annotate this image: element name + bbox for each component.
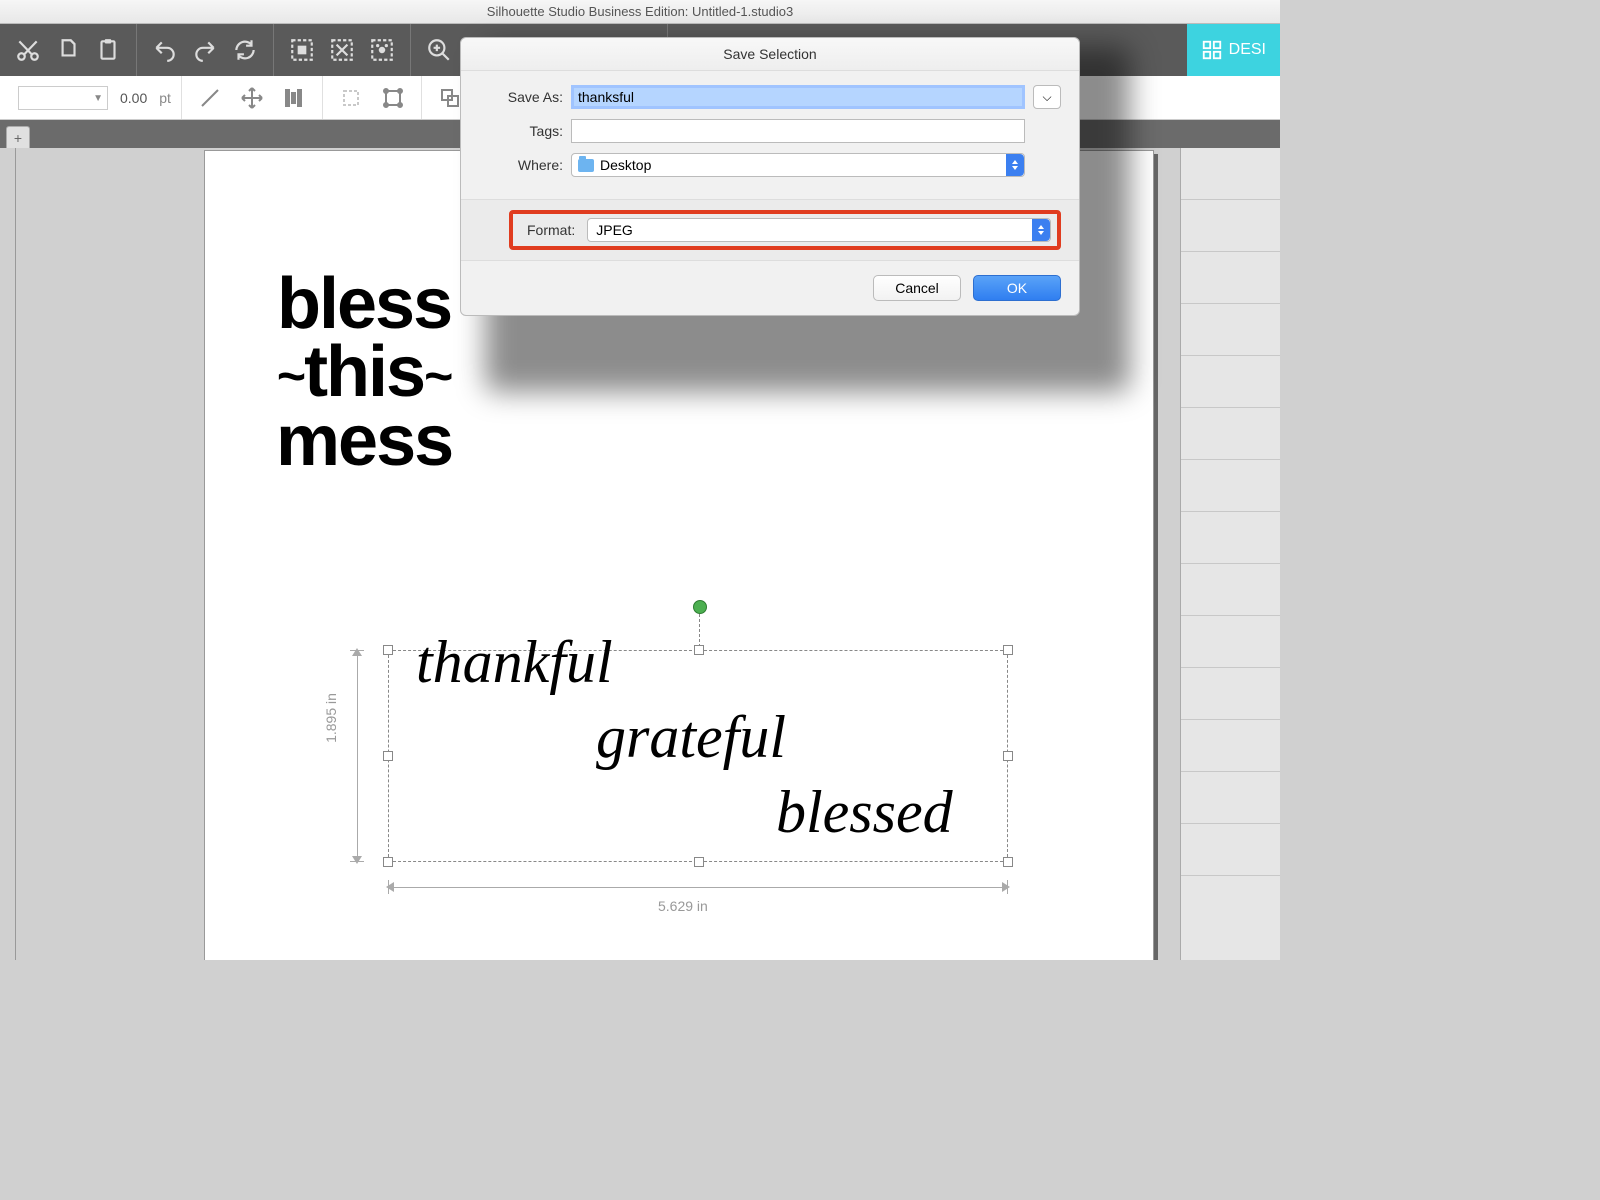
format-highlight-annotation: Format: JPEG [509,210,1061,250]
dimension-width-label: 5.629 in [658,898,708,914]
bless-line3: mess [276,407,452,475]
format-select[interactable]: JPEG [587,218,1051,242]
ok-button[interactable]: OK [973,275,1061,301]
resize-handle-bm[interactable] [694,857,704,867]
paste-icon[interactable] [88,30,128,70]
format-label: Format: [527,222,575,238]
stroke-value: 0.00 [120,90,147,106]
save-as-input[interactable] [571,85,1025,109]
window-title: Silhouette Studio Business Edition: Unti… [487,4,793,19]
resize-handle-mr[interactable] [1003,751,1013,761]
redo-icon[interactable] [185,30,225,70]
design-tab-label: DESI [1229,41,1266,59]
resize-handle-ml[interactable] [383,751,393,761]
grid-icon [1201,39,1223,61]
undo-icon[interactable] [145,30,185,70]
stroke-unit: pt [159,90,171,106]
vertical-ruler [0,148,16,960]
text-object-bless[interactable]: bless ~this~ mess [276,270,452,475]
script-word-2: grateful [596,703,786,772]
resize-handle-tl[interactable] [383,645,393,655]
where-value: Desktop [600,157,651,173]
save-selection-dialog: Save Selection Save As: ⌵ Tags: Where: D… [460,37,1080,316]
design-tab[interactable]: DESI [1187,24,1280,76]
bless-line2: ~this~ [276,338,452,406]
align-tool-icon[interactable] [276,80,312,116]
folder-icon [578,159,594,172]
crop-icon[interactable] [333,80,369,116]
line-tool-icon[interactable] [192,80,228,116]
bless-line1: bless [276,270,452,338]
dialog-title: Save Selection [461,38,1079,71]
format-value: JPEG [596,222,633,238]
resize-handle-bl[interactable] [383,857,393,867]
where-label: Where: [471,157,563,173]
title-bar: Silhouette Studio Business Edition: Unti… [0,0,1280,24]
resize-handle-tr[interactable] [1003,645,1013,655]
dimension-height-label: 1.895 in [323,693,339,743]
dimension-vertical: 1.895 in [348,650,366,862]
rotation-handle[interactable] [693,600,707,614]
add-tab-button[interactable]: + [6,126,30,148]
select-all-icon[interactable] [282,30,322,70]
stroke-combo[interactable]: ▼ [18,86,108,110]
tags-label: Tags: [471,123,563,139]
dimension-horizontal: 5.629 in [388,878,1008,896]
move-tool-icon[interactable] [234,80,270,116]
save-as-label: Save As: [471,89,563,105]
right-panel [1180,148,1280,960]
select-arrows-icon [1006,154,1024,176]
tags-input[interactable] [571,119,1025,143]
select-style-icon[interactable] [362,30,402,70]
script-word-3: blessed [776,778,953,847]
cancel-button[interactable]: Cancel [873,275,961,301]
copy-icon[interactable] [48,30,88,70]
select-arrows-icon [1032,219,1050,241]
resize-handle-br[interactable] [1003,857,1013,867]
chevron-down-icon: ⌵ [1042,90,1051,105]
transform-icon[interactable] [375,80,411,116]
expand-button[interactable]: ⌵ [1033,85,1061,109]
cut-icon[interactable] [8,30,48,70]
resize-handle-tm[interactable] [694,645,704,655]
where-select[interactable]: Desktop [571,153,1025,177]
zoom-in-icon[interactable] [419,30,459,70]
refresh-icon[interactable] [225,30,265,70]
script-word-1: thankful [416,628,613,697]
deselect-icon[interactable] [322,30,362,70]
